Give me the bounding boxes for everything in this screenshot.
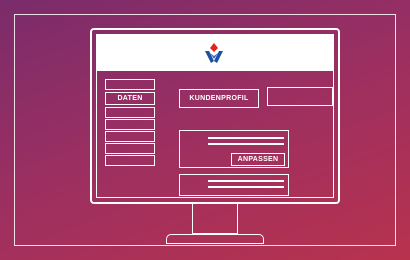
anpassen-button[interactable]: ANPASSEN — [231, 153, 285, 166]
sidebar-item-daten[interactable]: DATEN — [105, 92, 155, 105]
sidebar-item-5[interactable] — [105, 131, 155, 142]
text-line — [208, 180, 284, 182]
monitor-screen: DATEN KUNDENPROFIL ANPASSEN — [96, 34, 334, 198]
sidebar-item-3[interactable] — [105, 107, 155, 118]
text-line — [208, 143, 284, 145]
sidebar-item-7[interactable] — [105, 155, 155, 166]
brand-logo-icon — [205, 43, 223, 63]
monitor-base — [166, 234, 264, 244]
profile-field[interactable] — [267, 87, 333, 106]
monitor-icon: DATEN KUNDENPROFIL ANPASSEN — [90, 28, 340, 204]
content-card-2 — [179, 174, 289, 196]
text-line — [208, 186, 284, 188]
screen-header — [97, 35, 333, 71]
sidebar-item-1[interactable] — [105, 79, 155, 90]
text-line — [208, 137, 284, 139]
kundenprofil-button[interactable]: KUNDENPROFIL — [179, 89, 259, 108]
sidebar-item-4[interactable] — [105, 119, 155, 130]
illustration-scene: DATEN KUNDENPROFIL ANPASSEN — [0, 0, 410, 260]
monitor-stand — [192, 204, 238, 234]
sidebar-item-6[interactable] — [105, 143, 155, 154]
